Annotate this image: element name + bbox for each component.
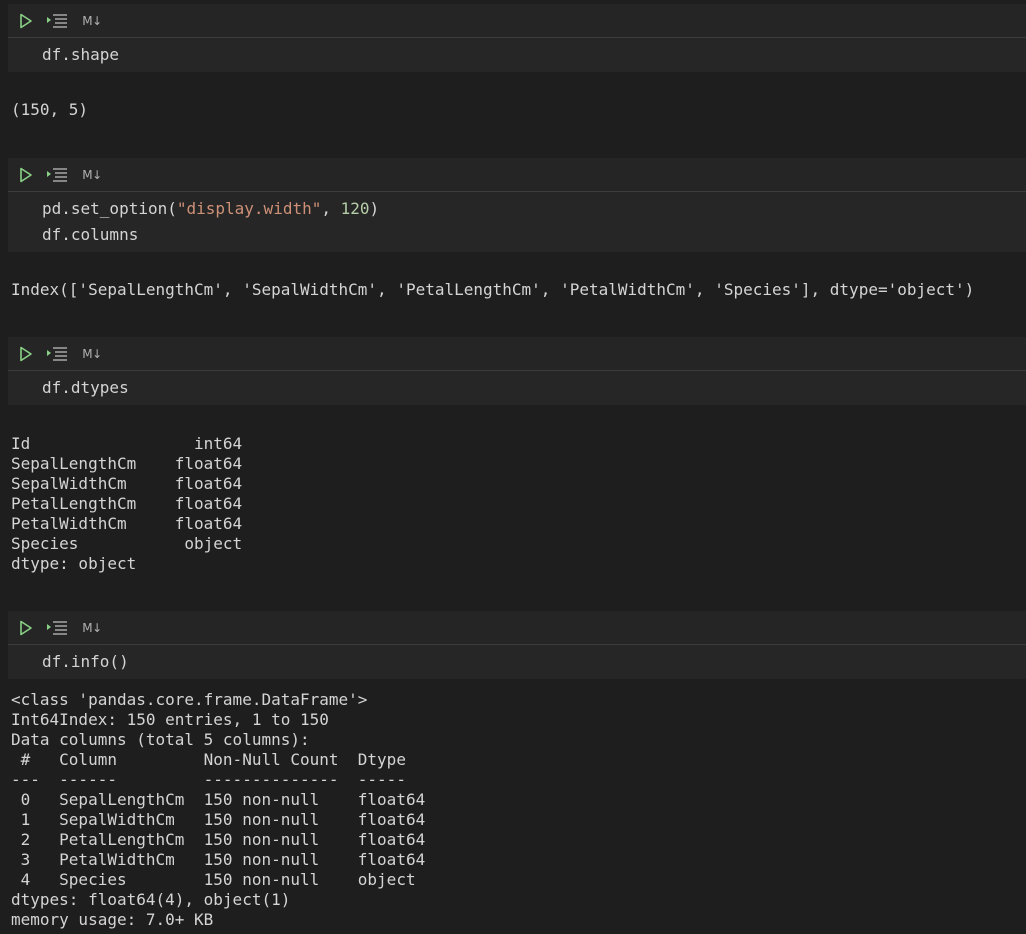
notebook-cell-shape: M↓ df.shape <box>0 4 1026 72</box>
run-above-icon[interactable] <box>44 611 70 644</box>
code-line: df.shape <box>42 45 120 64</box>
cell-output-shape: (150, 5) <box>11 100 89 119</box>
code-editor[interactable]: df.shape <box>8 38 1026 72</box>
code-editor[interactable]: pd.set_option("display.width", 120) df.c… <box>8 192 1026 252</box>
cell-toolbar: M↓ <box>8 4 1026 38</box>
cell-toolbar: M↓ <box>8 158 1026 192</box>
cell-toolbar: M↓ <box>8 337 1026 371</box>
code-line: df.dtypes <box>42 378 129 397</box>
play-icon[interactable] <box>16 4 36 37</box>
code-token: pd.set_option( <box>42 199 177 218</box>
markdown-icon[interactable]: M↓ <box>80 611 104 644</box>
code-line: df.info() <box>42 652 129 671</box>
code-line: df.columns <box>42 225 139 244</box>
code-token: , <box>321 199 341 218</box>
markdown-icon[interactable]: M↓ <box>80 4 104 37</box>
markdown-icon[interactable]: M↓ <box>80 158 104 191</box>
run-above-icon[interactable] <box>44 158 70 191</box>
code-line: pd.set_option("display.width", 120) <box>42 199 379 218</box>
code-token: ) <box>369 199 380 218</box>
code-editor[interactable]: df.dtypes <box>8 371 1026 405</box>
play-icon[interactable] <box>16 337 36 370</box>
notebook-cell-columns: M↓ pd.set_option("display.width", 120) d… <box>0 158 1026 252</box>
code-string: "display.width" <box>176 199 322 218</box>
cell-output-columns: Index(['SepalLengthCm', 'SepalWidthCm', … <box>11 280 975 299</box>
code-number: 120 <box>340 199 370 218</box>
play-icon[interactable] <box>16 611 36 644</box>
run-above-icon[interactable] <box>44 337 70 370</box>
run-above-icon[interactable] <box>44 4 70 37</box>
notebook-cell-info: M↓ df.info() <box>0 611 1026 679</box>
cell-output-dtypes: Id int64 SepalLengthCm float64 SepalWidt… <box>11 434 243 573</box>
play-icon[interactable] <box>16 158 36 191</box>
markdown-icon[interactable]: M↓ <box>80 337 104 370</box>
cell-output-info: <class 'pandas.core.frame.DataFrame'> In… <box>11 690 426 929</box>
code-editor[interactable]: df.info() <box>8 645 1026 679</box>
cell-toolbar: M↓ <box>8 611 1026 645</box>
notebook-cell-dtypes: M↓ df.dtypes <box>0 337 1026 405</box>
